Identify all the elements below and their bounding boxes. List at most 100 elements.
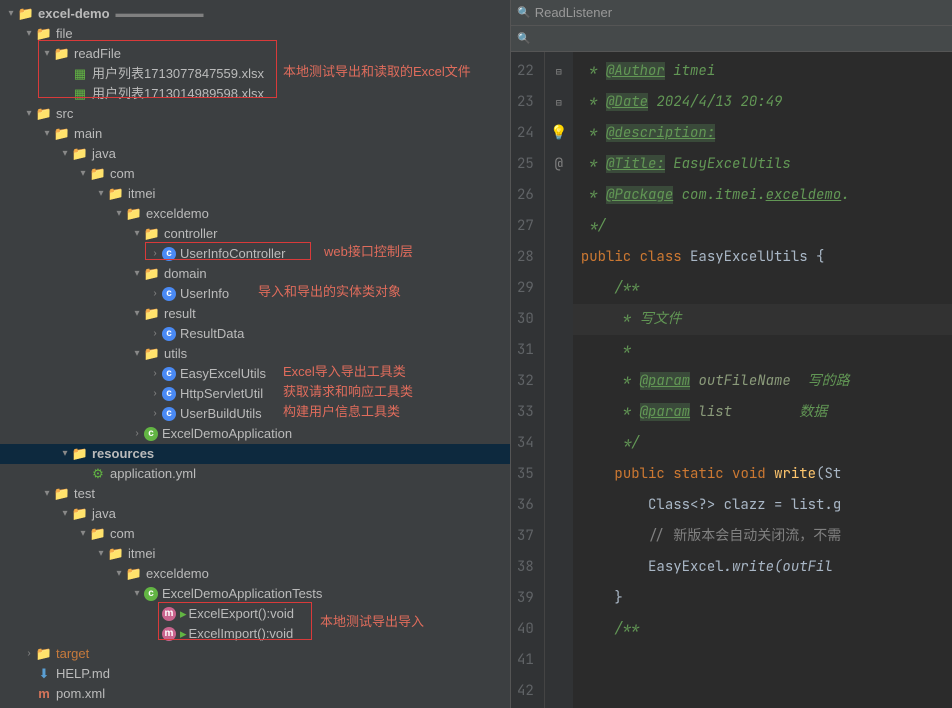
- root-label: excel-demo: [38, 4, 110, 24]
- folder-icon: 📁: [126, 206, 142, 222]
- folder-icon: 📁: [54, 46, 70, 62]
- at-icon: @: [545, 149, 573, 180]
- tree-domain[interactable]: ▾📁 domain: [0, 264, 510, 284]
- tree-easyexcelutils[interactable]: ›c EasyExcelUtils: [0, 364, 510, 384]
- class-icon: c: [162, 247, 176, 261]
- md-icon: ⬇: [36, 666, 52, 682]
- folder-icon: 📁: [108, 546, 124, 562]
- code-area[interactable]: * @Author itmei * @Date 2024/4/13 20:49 …: [573, 52, 952, 708]
- tree-readfile[interactable]: ▾📁 readFile: [0, 44, 510, 64]
- tree-xlsx1[interactable]: ▦ 用户列表1713077847559.xlsx: [0, 64, 510, 84]
- class-icon: c: [162, 387, 176, 401]
- folder-icon: 📁: [144, 306, 160, 322]
- tree-controller[interactable]: ▾📁 controller: [0, 224, 510, 244]
- main-label: main: [74, 124, 102, 144]
- yml-icon: ⚙: [90, 466, 106, 482]
- class-icon: c: [162, 287, 176, 301]
- tree-test-itmei[interactable]: ▾📁 itmei: [0, 544, 510, 564]
- folder-icon: 📁: [36, 26, 52, 42]
- tree-test-java[interactable]: ▾📁 java: [0, 504, 510, 524]
- tree-exceldemoapp[interactable]: ›c ExcelDemoApplication: [0, 424, 510, 444]
- utils-label: utils: [164, 344, 187, 364]
- class-icon: c: [144, 587, 158, 601]
- result-label: result: [164, 304, 196, 324]
- folder-icon: 📁: [54, 126, 70, 142]
- tree-helpmd[interactable]: ⬇ HELP.md: [0, 664, 510, 684]
- com-label: com: [110, 164, 135, 184]
- folder-icon: 📁: [72, 146, 88, 162]
- project-tree[interactable]: ▾📁 excel-demo ▬▬▬▬▬▬▬▬ ▾📁 file ▾📁 readFi…: [0, 0, 510, 708]
- xlsx1-label: 用户列表1713077847559.xlsx: [92, 64, 264, 84]
- tree-excelexport[interactable]: m ▸ ExcelExport():void: [0, 604, 510, 624]
- test-label: test: [74, 484, 95, 504]
- tree-target[interactable]: ›📁 target: [0, 644, 510, 664]
- folder-icon: 📁: [144, 266, 160, 282]
- tree-resources[interactable]: ▾📁 resources: [0, 444, 510, 464]
- tree-result[interactable]: ▾📁 result: [0, 304, 510, 324]
- edat-label: ExcelDemoApplicationTests: [162, 584, 322, 604]
- eeu-label: EasyExcelUtils: [180, 364, 266, 384]
- java-label: java: [92, 144, 116, 164]
- folder-icon: 📁: [36, 106, 52, 122]
- tree-exceldemo[interactable]: ▾📁 exceldemo: [0, 204, 510, 224]
- titmei-label: itmei: [128, 544, 155, 564]
- folder-icon: 📁: [144, 226, 160, 242]
- tree-httpservletutil[interactable]: ›c HttpServletUtil: [0, 384, 510, 404]
- folder-icon: 📁: [72, 506, 88, 522]
- src-label: src: [56, 104, 73, 124]
- tree-itmei[interactable]: ▾📁 itmei: [0, 184, 510, 204]
- lightbulb-icon[interactable]: 💡: [545, 118, 573, 149]
- editor-panel: 🔍 ReadListener 🔍 222324 252627 282930 31…: [511, 0, 952, 708]
- xlsx-icon: ▦: [72, 86, 88, 102]
- tree-com[interactable]: ▾📁 com: [0, 164, 510, 184]
- hsu-label: HttpServletUtil: [180, 384, 263, 404]
- domain-label: domain: [164, 264, 207, 284]
- tree-test-exceldemo[interactable]: ▾📁 exceldemo: [0, 564, 510, 584]
- method-icon: m: [162, 627, 176, 641]
- folder-icon: 📁: [126, 566, 142, 582]
- tree-userbuildutils[interactable]: ›c UserBuildUtils: [0, 404, 510, 424]
- userinfo-label: UserInfo: [180, 284, 229, 304]
- tree-file[interactable]: ▾📁 file: [0, 24, 510, 44]
- code-editor[interactable]: 222324 252627 282930 313233 343536 37383…: [511, 52, 952, 708]
- xlsx-icon: ▦: [72, 66, 88, 82]
- search-icon: 🔍: [517, 6, 531, 19]
- tree-test-com[interactable]: ▾📁 com: [0, 524, 510, 544]
- readfile-label: readFile: [74, 44, 121, 64]
- tjava-label: java: [92, 504, 116, 524]
- gutter: 222324 252627 282930 313233 343536 37383…: [511, 52, 545, 708]
- search-bar-1[interactable]: 🔍 ReadListener: [511, 0, 952, 26]
- itmei-label: itmei: [128, 184, 155, 204]
- folder-icon: 📁: [108, 186, 124, 202]
- tree-java[interactable]: ▾📁 java: [0, 144, 510, 164]
- tree-utils[interactable]: ▾📁 utils: [0, 344, 510, 364]
- tree-test[interactable]: ▾📁 test: [0, 484, 510, 504]
- folder-icon: 📁: [18, 6, 34, 22]
- folder-icon: 📁: [72, 446, 88, 462]
- resources-label: resources: [92, 444, 154, 464]
- class-icon: c: [144, 427, 158, 441]
- tree-edat[interactable]: ▾c ExcelDemoApplicationTests: [0, 584, 510, 604]
- eda-label: ExcelDemoApplication: [162, 424, 292, 444]
- appyml-label: application.yml: [110, 464, 196, 484]
- folder-icon: 📁: [54, 486, 70, 502]
- folder-icon: 📁: [144, 346, 160, 362]
- tree-xlsx2[interactable]: ▦ 用户列表1713014989598.xlsx: [0, 84, 510, 104]
- tree-root[interactable]: ▾📁 excel-demo ▬▬▬▬▬▬▬▬: [0, 4, 510, 24]
- target-label: target: [56, 644, 89, 664]
- tree-src[interactable]: ▾📁 src: [0, 104, 510, 124]
- tree-appyml[interactable]: ⚙ application.yml: [0, 464, 510, 484]
- tree-excelimport[interactable]: m ▸ ExcelImport():void: [0, 624, 510, 644]
- tree-userinfo[interactable]: ›c UserInfo: [0, 284, 510, 304]
- tree-resultdata[interactable]: ›c ResultData: [0, 324, 510, 344]
- search-icon: 🔍: [517, 32, 531, 45]
- tree-userinfocontroller[interactable]: ›c UserInfoController: [0, 244, 510, 264]
- tree-main[interactable]: ▾📁 main: [0, 124, 510, 144]
- maven-icon: m: [36, 686, 52, 702]
- tree-pomxml[interactable]: m pom.xml: [0, 684, 510, 704]
- pomxml-label: pom.xml: [56, 684, 105, 704]
- class-icon: c: [162, 367, 176, 381]
- method-icon: m: [162, 607, 176, 621]
- uic-label: UserInfoController: [180, 244, 286, 264]
- search-bar-2[interactable]: 🔍: [511, 26, 952, 52]
